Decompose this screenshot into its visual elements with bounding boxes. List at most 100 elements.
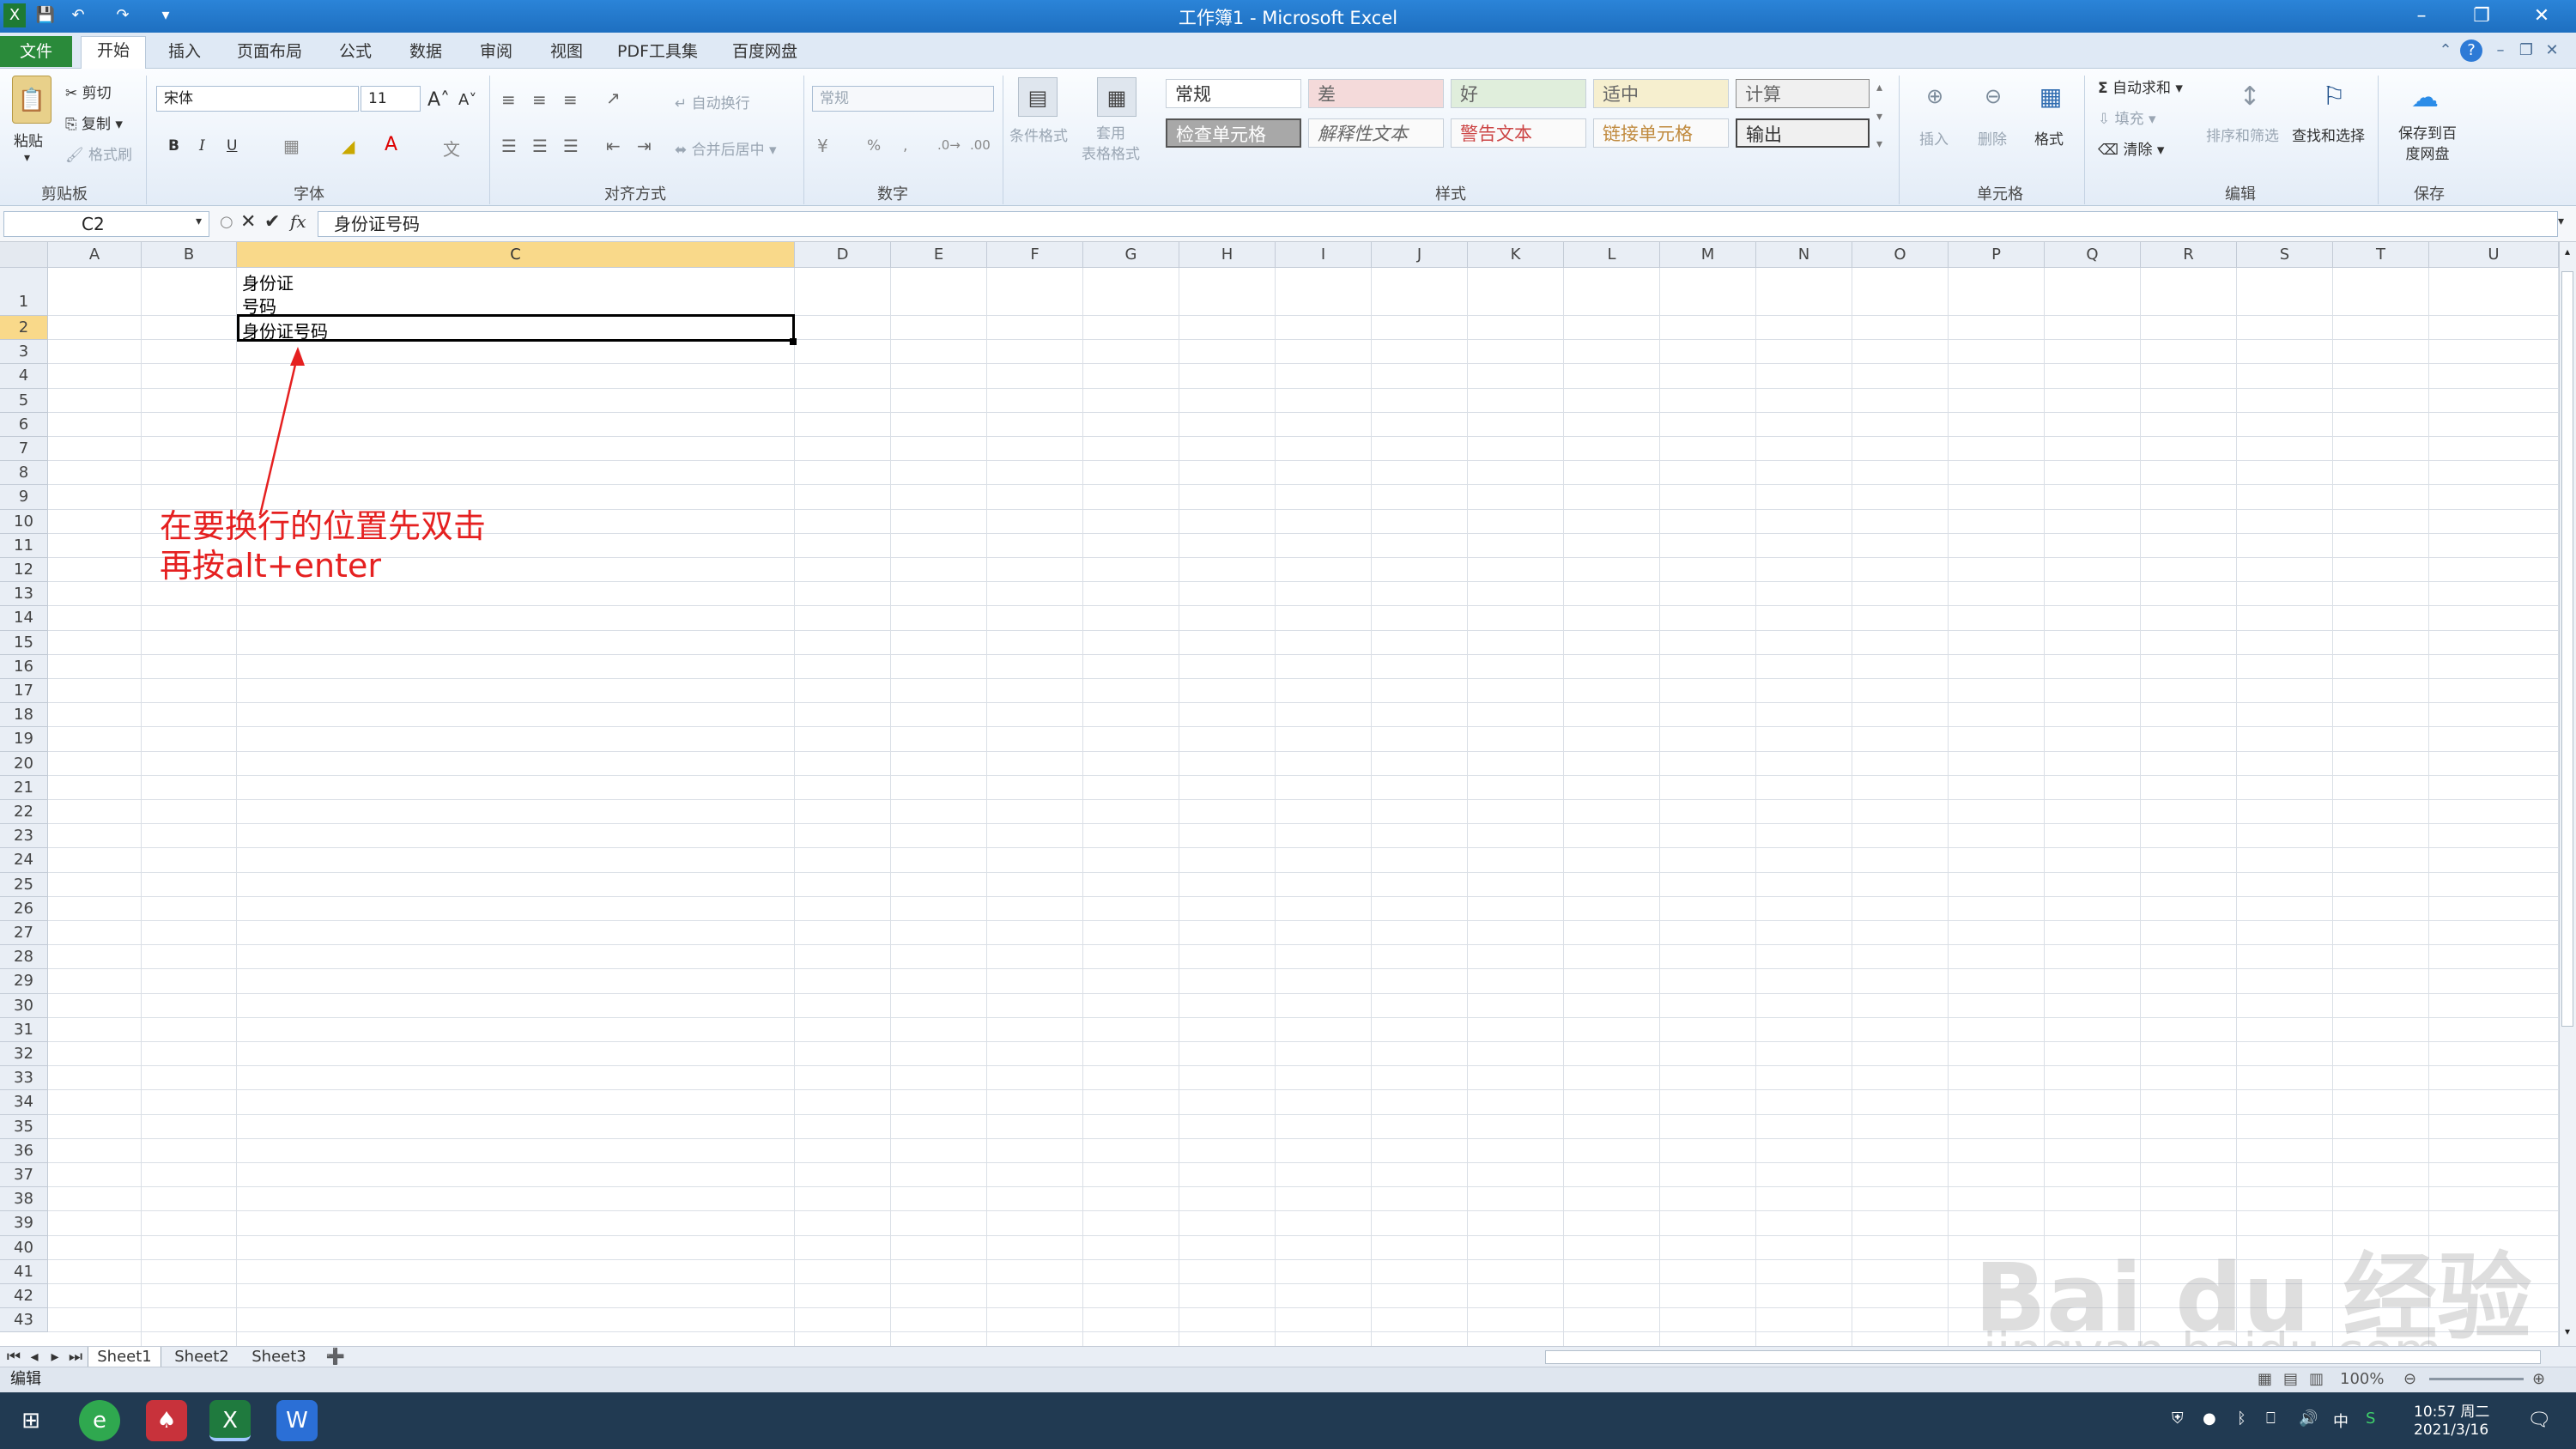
styles-more-icon[interactable]: ▾ — [1876, 137, 1882, 151]
doc-minimize-icon[interactable]: – — [2489, 39, 2512, 62]
underline-button[interactable]: U — [227, 137, 237, 155]
sheet-tab-1[interactable]: Sheet1 — [88, 1347, 161, 1367]
comma-button[interactable]: , — [903, 137, 907, 155]
bold-button[interactable]: B — [168, 137, 179, 155]
align-center-icon[interactable]: ☰ — [532, 136, 548, 156]
styles-scroll-down-icon[interactable]: ▾ — [1876, 110, 1882, 124]
fill-color-icon[interactable]: ◢ — [342, 136, 355, 156]
currency-icon[interactable]: ¥ — [817, 136, 828, 156]
tab-pdf-tools[interactable]: PDF工具集 — [606, 38, 709, 67]
cancel-entry-icon[interactable]: ✕ — [240, 211, 256, 233]
increase-decimal-icon[interactable]: .0→ — [937, 137, 961, 153]
styles-scroll-up-icon[interactable]: ▴ — [1876, 81, 1882, 94]
shrink-font-icon[interactable]: A˅ — [458, 91, 476, 109]
fill-button[interactable]: ⇩ 填充 ▾ — [2098, 106, 2156, 128]
prev-sheet-icon[interactable]: ◂ — [26, 1347, 43, 1367]
paste-button[interactable]: 粘贴 — [14, 129, 43, 150]
security-icon[interactable]: ⛨ — [2172, 1410, 2184, 1428]
style-output[interactable]: 输出 — [1736, 118, 1870, 148]
style-explanatory[interactable]: 解释性文本 — [1308, 118, 1444, 148]
excel-taskbar-icon[interactable]: X — [209, 1400, 251, 1441]
font-color-icon[interactable]: A — [385, 134, 397, 155]
delete-cells-icon[interactable]: ⊖ — [1976, 79, 2010, 113]
style-bad[interactable]: 差 — [1308, 79, 1444, 108]
copy-button[interactable]: ⎘ 复制 ▾ — [65, 112, 123, 133]
decrease-decimal-icon[interactable]: .00 — [970, 137, 991, 153]
font-size-select[interactable]: 11 — [361, 86, 421, 112]
sort-filter-button[interactable]: 排序和筛选 — [2206, 124, 2279, 145]
volume-icon[interactable]: 🔊 — [2299, 1410, 2318, 1428]
conditional-format-icon[interactable]: ▤ — [1018, 77, 1058, 117]
windows-start-icon[interactable]: ⊞ — [10, 1400, 52, 1441]
align-right-icon[interactable]: ☰ — [563, 136, 579, 156]
zoom-level[interactable]: 100% — [2340, 1367, 2384, 1391]
find-select-button[interactable]: 查找和选择 — [2292, 124, 2365, 145]
align-left-icon[interactable]: ☰ — [501, 136, 517, 156]
tray-app-icon[interactable]: ● — [2203, 1410, 2216, 1428]
first-sheet-icon[interactable]: ⏮ — [5, 1347, 22, 1367]
next-sheet-icon[interactable]: ▸ — [46, 1347, 64, 1367]
tab-view[interactable]: 视图 — [534, 38, 599, 67]
format-cells-button[interactable]: 格式 — [2034, 127, 2064, 149]
ime-indicator[interactable]: 中 — [2333, 1410, 2349, 1432]
notification-icon[interactable]: 🗨 — [2527, 1410, 2551, 1431]
autosum-button[interactable]: Σ 自动求和 ▾ — [2098, 76, 2183, 97]
help-icon[interactable]: ? — [2460, 39, 2482, 62]
doc-close-icon[interactable]: ✕ — [2541, 39, 2563, 62]
tab-insert[interactable]: 插入 — [155, 38, 215, 67]
sheet-tab-2[interactable]: Sheet2 — [165, 1347, 239, 1367]
font-name-select[interactable]: 宋体 — [156, 86, 359, 112]
ribbon-minimize-icon[interactable]: ⌃ — [2434, 39, 2457, 62]
zoom-slider[interactable] — [2429, 1378, 2524, 1380]
sheet-tab-3[interactable]: Sheet3 — [242, 1347, 316, 1367]
last-sheet-icon[interactable]: ⏭ — [67, 1347, 84, 1367]
cut-button[interactable]: ✂ 剪切 — [65, 81, 112, 102]
sort-filter-icon[interactable]: ↕ — [2230, 76, 2270, 118]
increase-indent-icon[interactable]: ⇥ — [637, 136, 652, 156]
table-format-button[interactable]: 套用 表格格式 — [1082, 124, 1140, 165]
scroll-down-icon[interactable]: ▾ — [2561, 1325, 2573, 1339]
table-format-icon[interactable]: ▦ — [1097, 77, 1136, 117]
orientation-icon[interactable]: ↗ — [606, 88, 621, 108]
word-taskbar-icon[interactable]: W — [276, 1400, 318, 1441]
page-layout-view-icon[interactable]: ▤ — [2283, 1367, 2298, 1391]
align-middle-icon[interactable]: ≡ — [532, 89, 547, 110]
horizontal-scroll-thumb[interactable] — [1545, 1350, 2541, 1364]
formula-bar-resize-icon[interactable]: ○ — [220, 213, 233, 231]
scroll-up-icon[interactable]: ▴ — [2561, 246, 2573, 259]
number-format-select[interactable]: 常规 — [812, 86, 994, 112]
tab-baidu-netdisk[interactable]: 百度网盘 — [718, 38, 812, 67]
style-linked-cell[interactable]: 链接单元格 — [1593, 118, 1729, 148]
new-sheet-icon[interactable]: ➕ — [323, 1347, 349, 1367]
name-box-dropdown-icon[interactable]: ▾ — [196, 215, 202, 228]
sogou-icon[interactable]: S — [2366, 1410, 2375, 1428]
paste-icon[interactable]: 📋 — [12, 76, 52, 124]
close-button[interactable]: ✕ — [2515, 0, 2568, 33]
tab-formulas[interactable]: 公式 — [323, 38, 388, 67]
bluetooth-icon[interactable]: ᛒ — [2237, 1410, 2246, 1428]
clear-button[interactable]: ⌫ 清除 ▾ — [2098, 137, 2164, 159]
solitaire-icon[interactable]: ♠ — [146, 1400, 187, 1441]
formula-input[interactable]: 身份证号码 — [318, 211, 2558, 237]
conditional-format-button[interactable]: 条件格式 — [1009, 124, 1068, 145]
insert-function-icon[interactable]: fx — [290, 211, 306, 232]
merge-center-button[interactable]: ⬌ 合并后居中 ▾ — [675, 137, 777, 159]
save-to-baidu-button[interactable]: 保存到百度网盘 — [2391, 124, 2464, 165]
style-check-cell[interactable]: 检查单元格 — [1166, 118, 1301, 148]
align-bottom-icon[interactable]: ≡ — [563, 89, 578, 110]
style-warning[interactable]: 警告文本 — [1451, 118, 1586, 148]
tab-home[interactable]: 开始 — [81, 36, 146, 69]
network-icon[interactable]: ⎕ — [2266, 1410, 2276, 1428]
clock-time[interactable]: 10:57 周二 — [2414, 1399, 2489, 1421]
tab-page-layout[interactable]: 页面布局 — [225, 38, 314, 67]
percent-button[interactable]: % — [867, 137, 881, 155]
insert-cells-button[interactable]: 插入 — [1919, 127, 1949, 149]
paste-dropdown-icon[interactable]: ▾ — [24, 151, 30, 165]
border-icon[interactable]: ▦ — [283, 136, 300, 156]
style-neutral[interactable]: 适中 — [1593, 79, 1729, 108]
confirm-entry-icon[interactable]: ✔ — [264, 211, 280, 233]
vertical-scrollbar[interactable]: ▴ ▾ — [2559, 242, 2576, 1346]
insert-cells-icon[interactable]: ⊕ — [1918, 79, 1952, 113]
style-calculation[interactable]: 计算 — [1736, 79, 1870, 108]
page-break-view-icon[interactable]: ▥ — [2309, 1367, 2324, 1391]
